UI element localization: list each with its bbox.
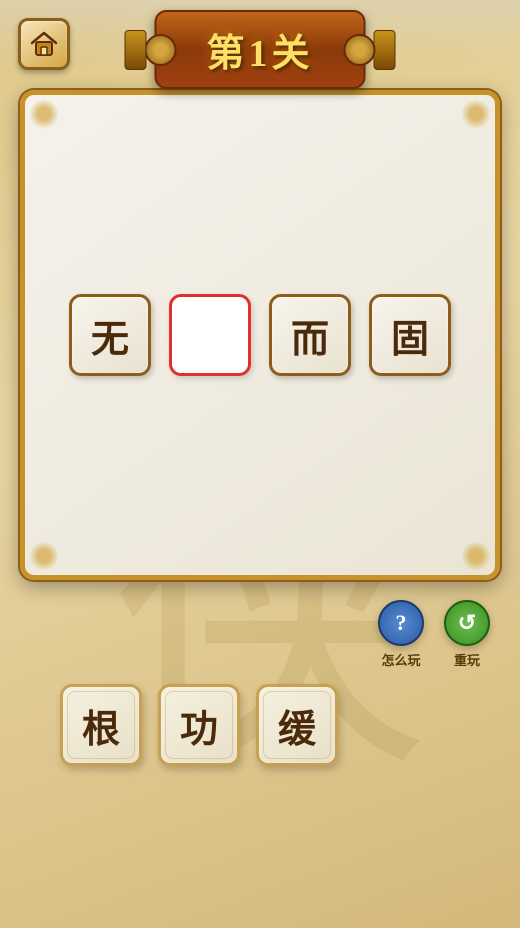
- banner-scroll-left: [124, 30, 146, 70]
- title-banner: 第1关: [154, 10, 365, 89]
- answer-char-1: 根: [82, 698, 120, 753]
- home-icon: [29, 29, 59, 59]
- panel-corner-br: [461, 541, 491, 571]
- answer-tiles-row: 根 功 缓: [20, 684, 500, 766]
- word-slot-4[interactable]: 固: [369, 294, 451, 376]
- help-label: 怎么玩: [381, 650, 420, 669]
- answer-tile-3[interactable]: 缓: [256, 684, 338, 766]
- restart-arrow-icon: ↺: [458, 610, 476, 636]
- controls-area: ? 怎么玩 ↺ 重玩 根 功 缓: [0, 600, 520, 766]
- answer-tile-2[interactable]: 功: [158, 684, 240, 766]
- panel-corner-bl: [29, 541, 59, 571]
- slot-char-3: 而: [291, 308, 329, 363]
- banner-scroll-right: [374, 30, 396, 70]
- word-slot-2[interactable]: [169, 294, 251, 376]
- answer-char-3: 缓: [278, 698, 316, 753]
- panel-corner-tl: [29, 99, 59, 129]
- help-action-btn[interactable]: ? 怎么玩: [378, 600, 424, 669]
- slot-char-1: 无: [91, 308, 129, 363]
- action-buttons-row: ? 怎么玩 ↺ 重玩: [20, 600, 500, 669]
- panel-inner: 无 而 固: [25, 95, 495, 575]
- word-slots-row: 无 而 固: [69, 294, 451, 376]
- panel-corner-tr: [461, 99, 491, 129]
- home-button[interactable]: [18, 18, 70, 70]
- help-icon-circle: ?: [378, 600, 424, 646]
- word-slot-1[interactable]: 无: [69, 294, 151, 376]
- game-panel: 无 而 固: [20, 90, 500, 580]
- word-slot-3[interactable]: 而: [269, 294, 351, 376]
- slot-char-4: 固: [391, 308, 429, 363]
- answer-char-2: 功: [180, 698, 218, 753]
- restart-label: 重玩: [454, 650, 480, 669]
- help-question-icon: ?: [396, 610, 407, 636]
- restart-icon-circle: ↺: [444, 600, 490, 646]
- answer-tile-1[interactable]: 根: [60, 684, 142, 766]
- level-title: 第1关: [206, 33, 313, 75]
- restart-action-btn[interactable]: ↺ 重玩: [444, 600, 490, 669]
